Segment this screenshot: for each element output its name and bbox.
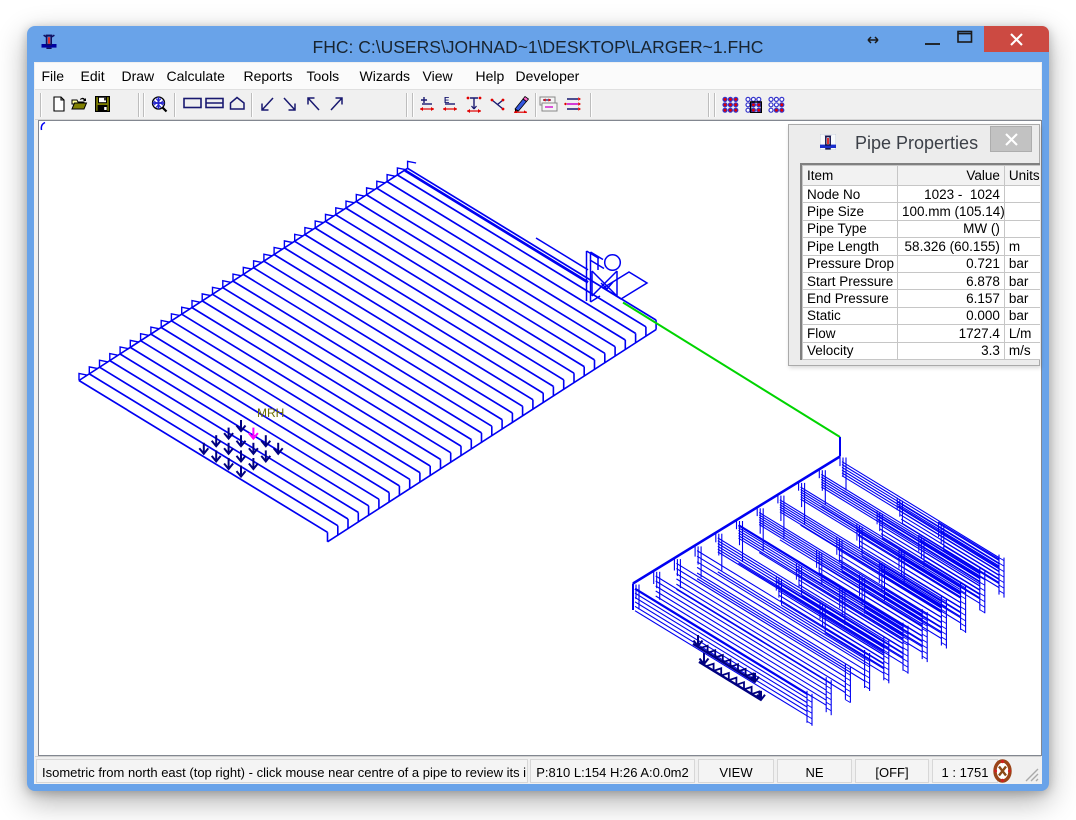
svg-text:MRH: MRH <box>257 406 284 420</box>
